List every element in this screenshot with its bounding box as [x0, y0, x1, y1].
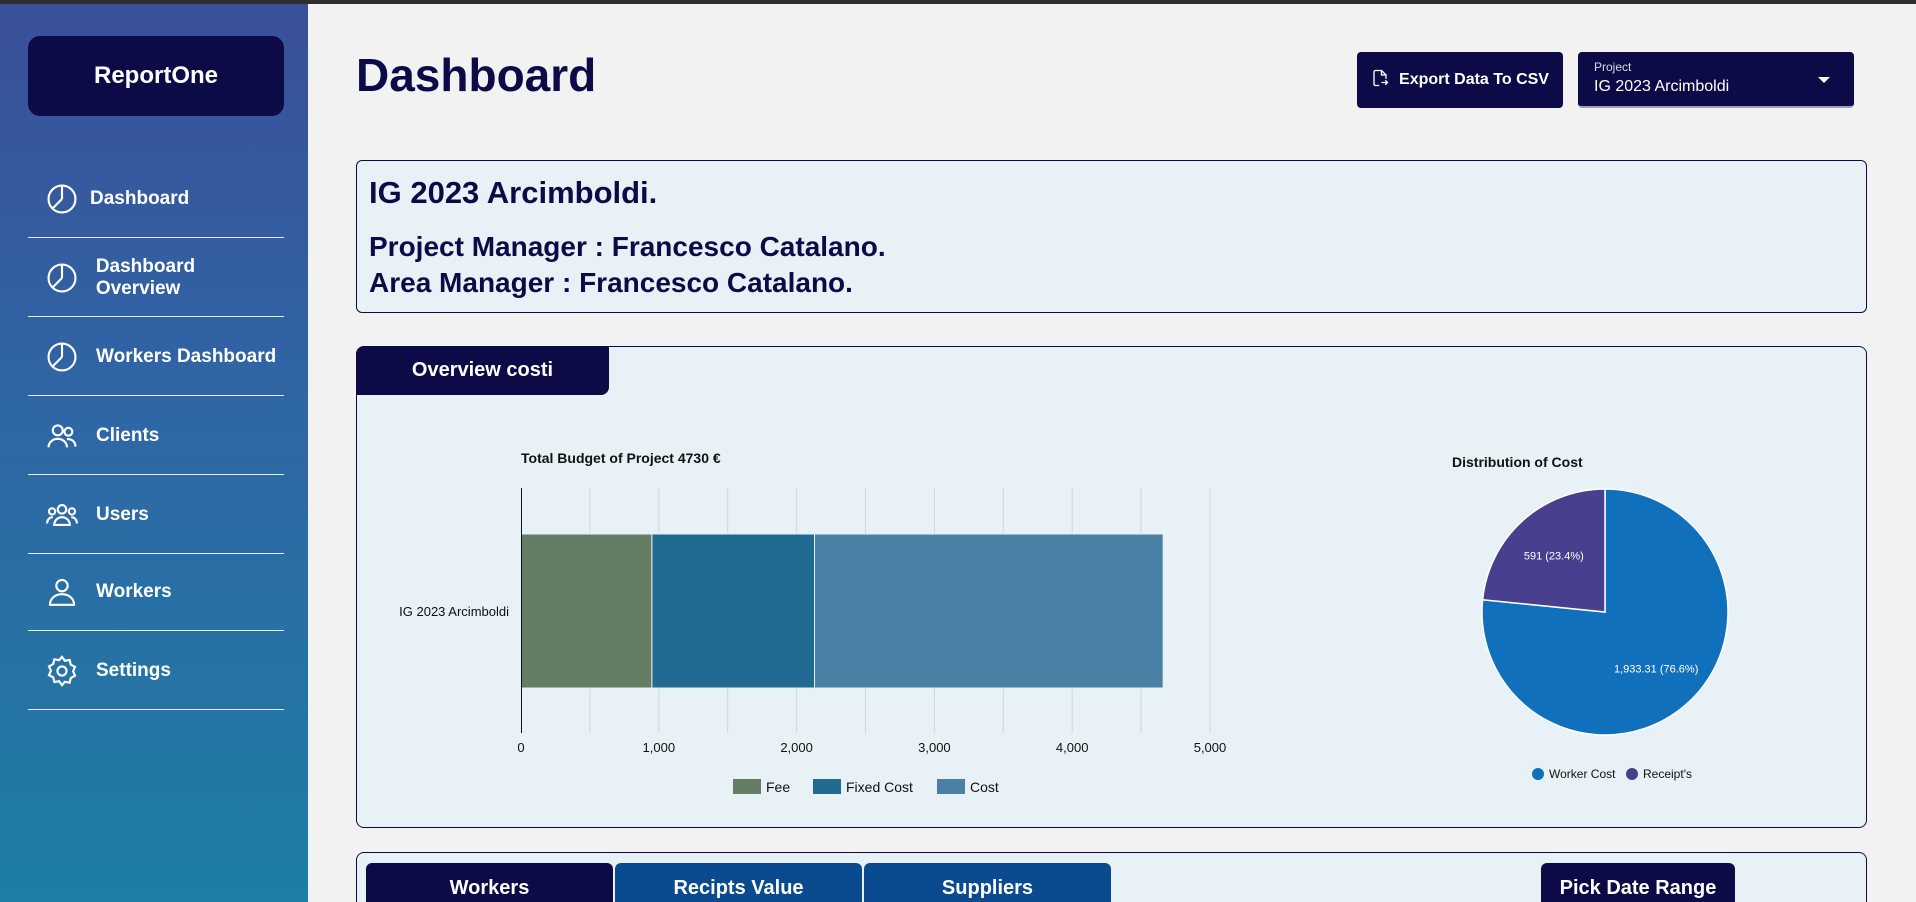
project-manager: Project Manager : Francesco Catalano. [369, 231, 886, 262]
legend-label: Receipt's [1643, 767, 1692, 781]
legend-swatch [733, 779, 761, 794]
project-title: IG 2023 Arcimboldi. [369, 175, 658, 210]
sidebar-item-label: Clients [96, 424, 160, 446]
gear-icon [44, 653, 80, 689]
sidebar-item-dashboard[interactable]: Dashboard [28, 160, 284, 238]
sidebar-item-label: Dashboard [90, 187, 190, 209]
x-tick-label: 2,000 [780, 740, 813, 755]
sidebar-item-workers[interactable]: Workers [28, 553, 284, 631]
export-csv-button[interactable]: Export Data To CSV [1357, 52, 1563, 108]
budget-bar-chart: Total Budget of Project 4730 € IG 2023 A… [399, 450, 1227, 795]
category-label: IG 2023 Arcimboldi [399, 604, 509, 619]
file-export-icon [1371, 69, 1389, 92]
x-tick-label: 5,000 [1194, 740, 1227, 755]
sidebar-item-dashboard-overview[interactable]: Dashboard Overview [28, 239, 284, 317]
project-info-card: IG 2023 Arcimboldi. Project Manager : Fr… [356, 160, 1867, 313]
legend-label: Fixed Cost [846, 779, 913, 795]
x-tick-label: 4,000 [1056, 740, 1089, 755]
project-select-value: IG 2023 Arcimboldi [1594, 78, 1730, 95]
sidebar-item-users[interactable]: Users [28, 476, 284, 554]
pie-data-label: 1,933.31 (76.6%) [1614, 664, 1698, 676]
person-icon [44, 574, 80, 610]
group-icon [44, 497, 80, 533]
legend-swatch [813, 779, 841, 794]
overview-costs-card: Overview costi Total Budget of Project 4… [356, 346, 1867, 828]
sidebar-item-label: Settings [96, 659, 171, 681]
sidebar-item-label: Users [96, 503, 149, 525]
legend-swatch [937, 779, 965, 794]
bar-fixed-cost[interactable] [651, 533, 816, 689]
pie-chart-icon [44, 181, 80, 217]
people-icon [44, 418, 80, 454]
export-csv-label: Export Data To CSV [1399, 71, 1549, 88]
page-title: Dashboard [356, 49, 597, 101]
legend-swatch [1532, 768, 1544, 780]
sidebar-item-label: Workers Dashboard [96, 345, 277, 367]
sidebar: ReportOne Dashboard Dashboard Overview W… [0, 4, 308, 902]
chart-title: Distribution of Cost [1452, 454, 1583, 470]
bar-cost[interactable] [814, 533, 1164, 689]
x-tick-label: 0 [517, 740, 524, 755]
x-tick-label: 3,000 [918, 740, 951, 755]
chevron-down-icon [1818, 77, 1830, 83]
tab-workers[interactable]: Workers [366, 863, 613, 902]
sidebar-item-clients[interactable]: Clients [28, 397, 284, 475]
pie-data-label: 591 (23.4%) [1524, 550, 1584, 562]
bar-fee[interactable] [520, 533, 653, 689]
pie-chart-icon [44, 339, 80, 375]
pie-chart-icon [44, 260, 80, 296]
sidebar-item-label: Workers [96, 580, 172, 602]
sidebar-item-label: Dashboard Overview [95, 255, 196, 299]
details-card: Workers Recipts Value Suppliers Pick Dat… [356, 852, 1867, 902]
x-tick-label: 1,000 [643, 740, 676, 755]
area-manager: Area Manager : Francesco Catalano. [369, 267, 853, 298]
legend-label: Cost [970, 779, 999, 795]
legend-swatch [1626, 768, 1638, 780]
legend-label: Fee [766, 779, 790, 795]
sidebar-item-workers-dashboard[interactable]: Workers Dashboard [28, 318, 284, 396]
pick-date-range-button[interactable]: Pick Date Range [1541, 863, 1735, 902]
tab-suppliers[interactable]: Suppliers [864, 863, 1111, 902]
project-select-label: Project [1594, 60, 1632, 74]
sidebar-item-settings[interactable]: Settings [28, 632, 284, 710]
tab-recipts-value[interactable]: Recipts Value [615, 863, 862, 902]
brand-logo[interactable]: ReportOne [28, 36, 284, 116]
project-select[interactable]: Project IG 2023 Arcimboldi [1578, 52, 1854, 108]
legend-label: Worker Cost [1549, 767, 1616, 781]
chart-title: Total Budget of Project 4730 € [521, 450, 721, 466]
distribution-pie-chart: Distribution of Cost 1,933.31 (76.6%) 591… [1452, 454, 1729, 781]
